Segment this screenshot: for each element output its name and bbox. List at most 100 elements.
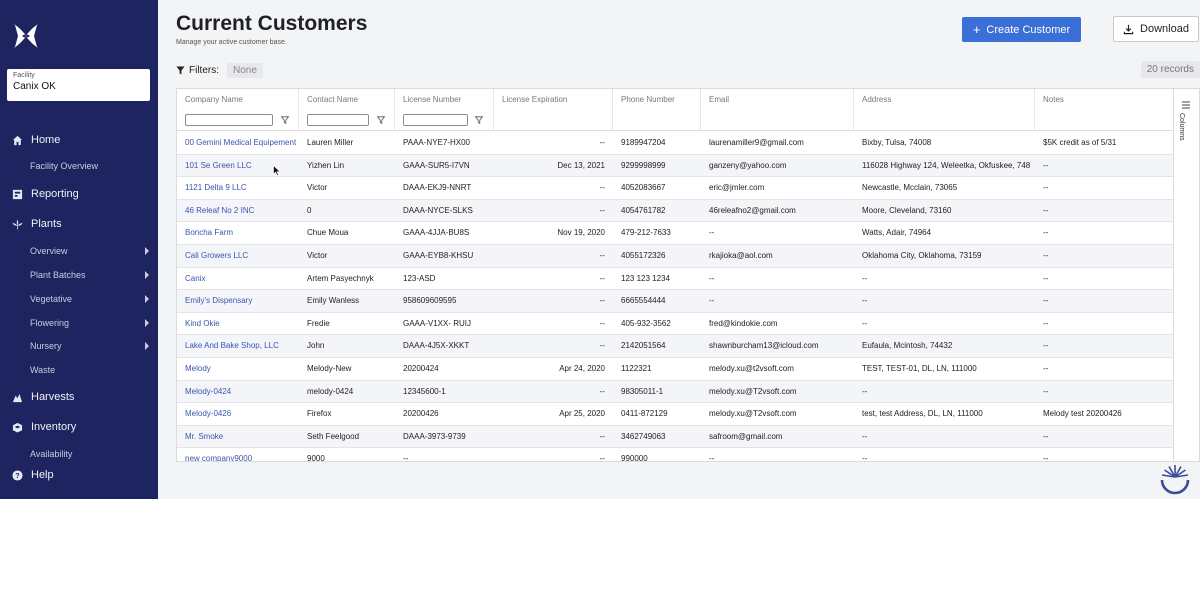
reporting-icon [12,189,23,199]
table-row[interactable]: Mr. Smoke Seth Feelgood DAAA-3973-9739 -- 34… [177,425,1173,449]
company-name-link[interactable]: 1121 Delta 9 LLC [177,177,299,199]
company-name-link[interactable]: Melody-0426 [177,403,299,425]
column-header-phone-number[interactable]: Phone Number [613,89,701,131]
company-name-link[interactable]: Melody [177,358,299,380]
sidebar-item-label: Vegetative [30,294,73,304]
table-cell-address: -- [862,296,868,306]
sidebar-item-plant-batches[interactable]: Plant Batches [0,265,158,285]
facility-label: Facility [13,72,35,79]
company-name-link[interactable]: Canix [177,268,299,290]
column-filter-icon[interactable] [475,116,483,124]
column-header-license-number[interactable]: License Number [395,89,494,131]
company-name-link[interactable]: Mr. Smoke [177,426,299,448]
create-customer-button[interactable]: + Create Customer [962,17,1081,42]
sidebar-item-reporting[interactable]: Reporting [0,181,158,207]
sidebar-item-waste[interactable]: Waste [0,360,158,380]
table-row[interactable]: 00 Gemini Medical Equipement Lauren Mille… [177,132,1173,155]
table-row[interactable]: Canix Artem Pasyechnyk 123-ASD -- 123 123 12… [177,268,1173,291]
company-name-link[interactable]: Kind Okie [177,313,299,335]
sidebar-item-help[interactable]: ? Help [0,462,158,488]
column-filter-input[interactable] [403,114,468,126]
sidebar-item-home[interactable]: Home [0,127,158,153]
sidebar-item-availability[interactable]: Availability [0,444,158,464]
table-cell-phone-number: 2142051564 [621,341,666,351]
table-row[interactable]: Lake And Bake Shop, LLC John DAAA-4J5X-XKK… [177,335,1173,358]
column-header-label: License Number [403,95,462,104]
table-row[interactable]: Kind Okie Fredie GAAA-V1XX- RUIJ -- 405-932-… [177,313,1173,336]
company-name-link[interactable]: Boncha Farm [177,222,299,244]
column-filter-icon[interactable] [281,116,289,124]
company-name-link[interactable]: Melody-0424 [177,381,299,403]
sidebar-item-label: Inventory [31,421,77,433]
column-header-email[interactable]: Email [701,89,854,131]
company-name-link[interactable]: new company9000 [177,448,299,461]
help-icon: ? [12,469,23,481]
filter-icon [176,66,185,75]
table-cell-email: ganzeny@yahoo.com [709,160,787,170]
sidebar-item-label: Home [31,134,61,146]
column-filter-input[interactable] [185,114,273,126]
table-cell-license-number: DAAA-EKJ9-NNRT [403,183,472,193]
table-cell-license-expiration: -- [599,251,605,260]
sidebar-item-flowering[interactable]: Flowering [0,313,158,333]
table-cell-phone-number: 98305011-1 [621,386,664,396]
table-cell-phone-number: 6665554444 [621,296,666,306]
table-row[interactable]: Melody-0426 Firefox 20200426 Apr 25, 2020 04… [177,403,1173,426]
filters-value[interactable]: None [227,63,263,78]
column-header-company-name[interactable]: Company Name [177,89,299,131]
sidebar-item-facility-overview[interactable]: Facility Overview [0,156,158,176]
table-cell-email: -- [709,228,715,238]
table-cell-license-expiration: -- [599,296,605,306]
column-header-license-expiration[interactable]: License Expiration [494,89,613,131]
table-row[interactable]: Cali Growers LLC Victor GAAA-EYB8-KHSU -- 40… [177,245,1173,268]
download-button[interactable]: Download [1113,16,1199,42]
table-cell-contact-name: melody-0424 [307,386,354,396]
svg-text:?: ? [15,471,20,480]
column-header-address[interactable]: Address [854,89,1035,131]
table-cell-license-expiration: -- [599,138,605,147]
table-cell-phone-number: 9299998999 [621,160,666,170]
sidebar-item-overview[interactable]: Overview [0,241,158,261]
canix-logo-icon[interactable] [12,22,40,50]
table-row[interactable]: new company9000 9000 -- -- 990000 -- -- -- [177,448,1173,462]
mouse-cursor-icon [273,165,281,176]
table-row[interactable]: 1121 Delta 9 LLC Victor DAAA-EKJ9-NNRT -- 40… [177,177,1173,200]
company-name-link[interactable]: Cali Growers LLC [177,245,299,267]
sidebar-item-inventory[interactable]: Inventory [0,414,158,440]
table-cell-email: fred@kindokie.com [709,318,778,328]
table-cell-license-expiration: -- [599,454,605,462]
column-filter-icon[interactable] [377,116,385,124]
sidebar-item-label: Nursery [30,341,62,351]
table-cell-contact-name: Victor [307,183,328,193]
table-row[interactable]: Melody-0424 melody-0424 12345600-1 -- 983050… [177,380,1173,404]
company-name-link[interactable]: Emily's Dispensary [177,290,299,312]
column-header-label: License Expiration [502,95,568,104]
company-name-link[interactable]: 46 Releaf No 2 INC [177,200,299,222]
column-header-contact-name[interactable]: Contact Name [299,89,395,131]
sidebar: Facility Canix OK Home Facility Overview… [0,0,158,499]
table-row[interactable]: 46 Releaf No 2 INC 0 DAAA-NYCE-SLKS -- 40547… [177,199,1173,223]
table-cell-phone-number: 0411-872129 [621,409,668,419]
table-cell-notes: -- [1043,341,1049,351]
main-content: Current Customers Manage your active cus… [158,0,1200,499]
filters-label: Filters: [189,65,219,76]
sidebar-item-harvests[interactable]: Harvests [0,384,158,410]
table-cell-license-number: 123-ASD [403,273,436,283]
columns-panel-toggle[interactable]: Columns [1174,88,1200,462]
column-header-notes[interactable]: Notes [1035,89,1173,131]
company-name-link[interactable]: Lake And Bake Shop, LLC [177,335,299,357]
sidebar-item-vegetative[interactable]: Vegetative [0,289,158,309]
table-cell-license-number: DAAA-4J5X-XKKT [403,341,470,351]
company-name-link[interactable]: 00 Gemini Medical Equipement [177,132,299,154]
table-row[interactable]: Boncha Farm Chue Moua GAAA-4JJA-BU8S Nov 19… [177,222,1173,245]
harvest-icon [12,393,23,402]
customers-table: Company Name Contact Name License Number Li… [176,88,1174,462]
facility-selector[interactable]: Facility Canix OK [7,69,150,101]
chevron-right-icon [145,319,149,327]
sidebar-item-nursery[interactable]: Nursery [0,336,158,356]
table-row[interactable]: 101 Se Green LLC Yizhen Lin GAAA-SUR5-I7VN… [177,154,1173,178]
table-row[interactable]: Melody Melody-New 20200424 Apr 24, 2020 1122… [177,358,1173,381]
table-row[interactable]: Emily's Dispensary Emily Wanless 958609609… [177,290,1173,313]
sidebar-item-plants[interactable]: Plants [0,211,158,237]
column-filter-input[interactable] [307,114,369,126]
